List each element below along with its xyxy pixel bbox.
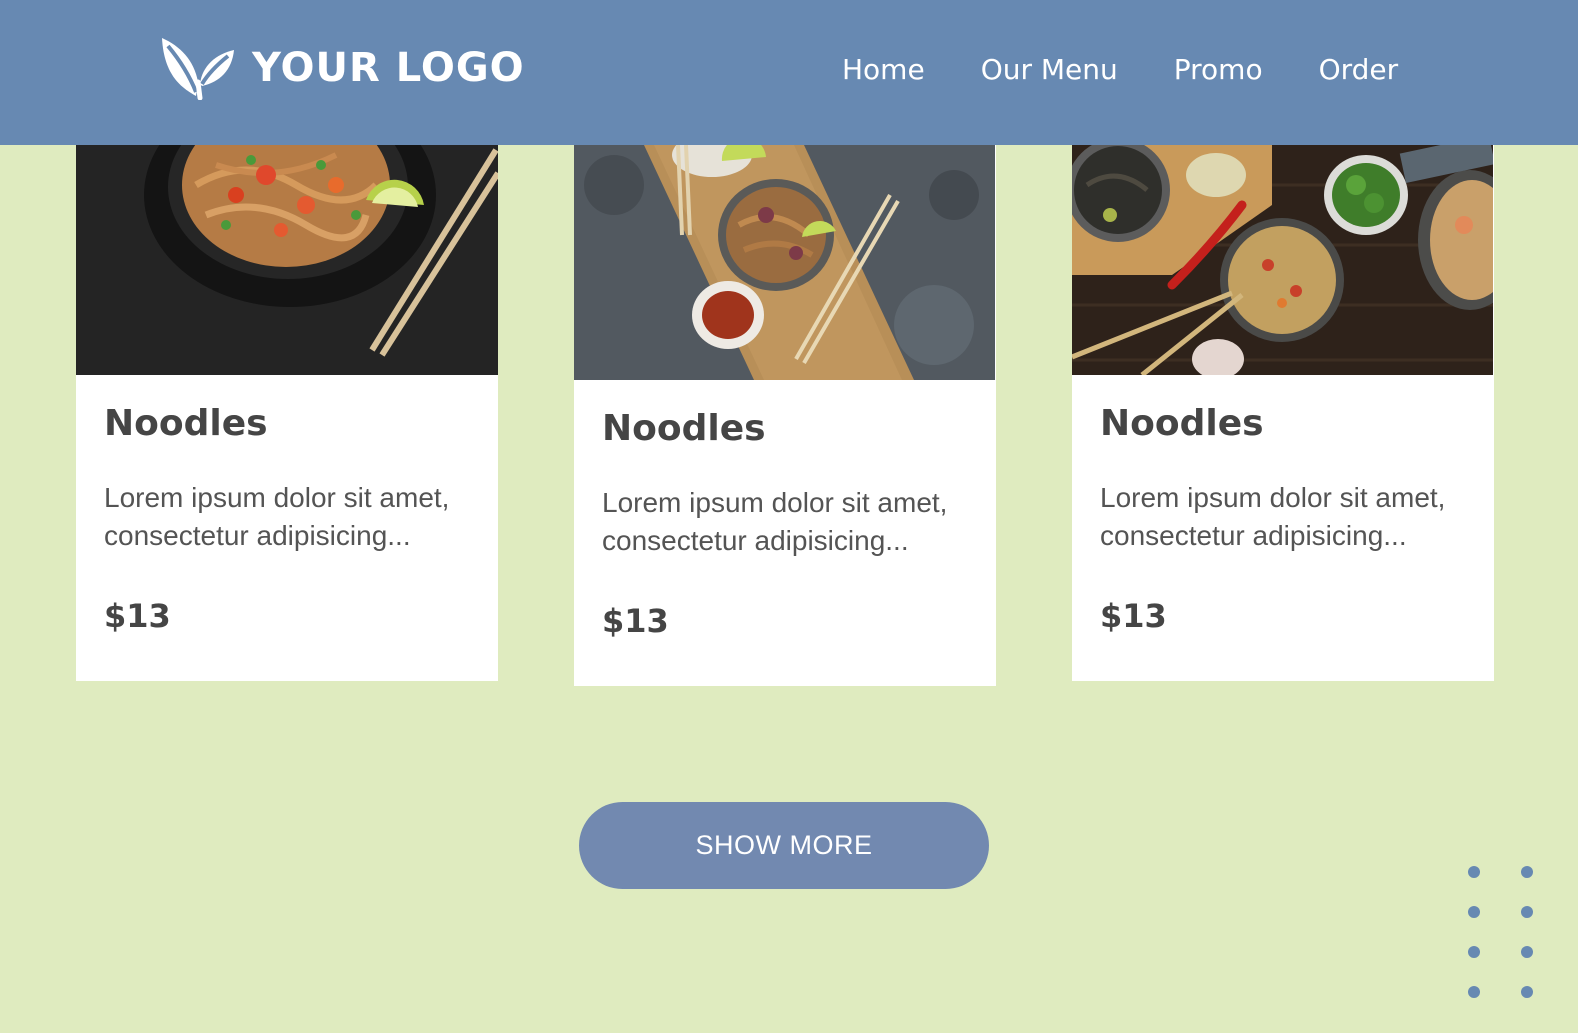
menu-card[interactable]: Noodles Lorem ipsum dolor sit amet, cons…	[76, 145, 498, 681]
nav-link-home[interactable]: Home	[842, 50, 925, 90]
noodles-plate-image	[76, 145, 498, 375]
main-nav: Home Our Menu Promo Order	[842, 50, 1398, 90]
asian-dishes-image	[1072, 145, 1493, 375]
card-description: Lorem ipsum dolor sit amet, consectetur …	[602, 484, 972, 560]
card-price: $13	[602, 602, 669, 640]
nav-link-order[interactable]: Order	[1319, 50, 1399, 90]
site-header: YOUR LOGO Home Our Menu Promo Order	[0, 0, 1578, 145]
menu-card[interactable]: Noodles Lorem ipsum dolor sit amet, cons…	[574, 145, 996, 686]
card-price: $13	[104, 597, 171, 635]
card-description-line: consectetur adipisicing...	[1100, 520, 1407, 551]
card-description: Lorem ipsum dolor sit amet, consectetur …	[1100, 479, 1470, 555]
show-more-button[interactable]: SHOW MORE	[579, 802, 989, 889]
card-title: Noodles	[1100, 403, 1264, 444]
menu-card[interactable]: Noodles Lorem ipsum dolor sit amet, cons…	[1072, 145, 1494, 681]
card-description-line: consectetur adipisicing...	[602, 525, 909, 556]
nav-link-our-menu[interactable]: Our Menu	[981, 50, 1118, 90]
card-description-line: Lorem ipsum dolor sit amet,	[602, 487, 948, 518]
card-description-line: Lorem ipsum dolor sit amet,	[1100, 482, 1446, 513]
noodles-photo	[76, 145, 498, 375]
card-description: Lorem ipsum dolor sit amet, consectetur …	[104, 479, 474, 555]
leaf-logo-icon	[162, 38, 234, 100]
dot-icon	[1521, 906, 1533, 918]
logo[interactable]: YOUR LOGO	[160, 36, 525, 100]
decorative-dots	[1468, 866, 1534, 1000]
noodles-photo	[1072, 145, 1493, 375]
dot-icon	[1468, 986, 1480, 998]
nav-link-promo[interactable]: Promo	[1174, 50, 1263, 90]
logo-text: YOUR LOGO	[252, 45, 525, 91]
dot-icon	[1468, 946, 1480, 958]
noodles-photo	[574, 145, 995, 380]
dot-icon	[1521, 986, 1533, 998]
card-title: Noodles	[602, 408, 766, 449]
dot-icon	[1521, 866, 1533, 878]
dot-icon	[1521, 946, 1533, 958]
card-description-line: consectetur adipisicing...	[104, 520, 411, 551]
noodles-bowl-image	[574, 145, 995, 380]
card-price: $13	[1100, 597, 1167, 635]
dot-icon	[1468, 866, 1480, 878]
dot-icon	[1468, 906, 1480, 918]
card-description-line: Lorem ipsum dolor sit amet,	[104, 482, 450, 513]
card-title: Noodles	[104, 403, 268, 444]
